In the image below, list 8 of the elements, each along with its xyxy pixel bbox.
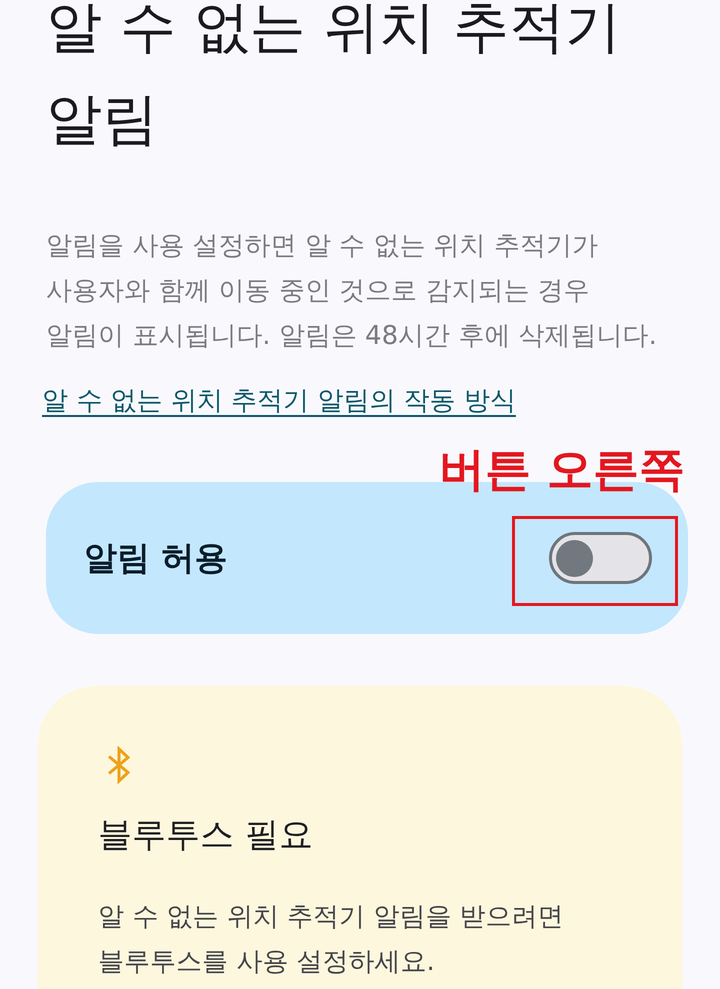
setting-label: 알림 허용 — [84, 536, 228, 578]
bluetooth-icon — [107, 746, 132, 784]
info-text: 알 수 없는 위치 추적기 알림을 받으려면 블루투스를 사용 설정하세요. — [98, 901, 564, 979]
toggle-switch[interactable] — [549, 532, 652, 584]
page-title: 알 수 없는 위치 추적기 알림 — [46, 0, 622, 154]
info-title: 블루투스 필요 — [98, 814, 313, 857]
description-text: 알림을 사용 설정하면 알 수 없는 위치 추적기가 사용자와 함께 이동 중인 것으로 감지되는 경우 알림이 표시됩니다. 알림은 48시간 후에 삭제됩니다. — [46, 230, 658, 353]
help-link[interactable]: 알 수 없는 위치 추적기 알림의 작동 방식 — [42, 381, 516, 421]
